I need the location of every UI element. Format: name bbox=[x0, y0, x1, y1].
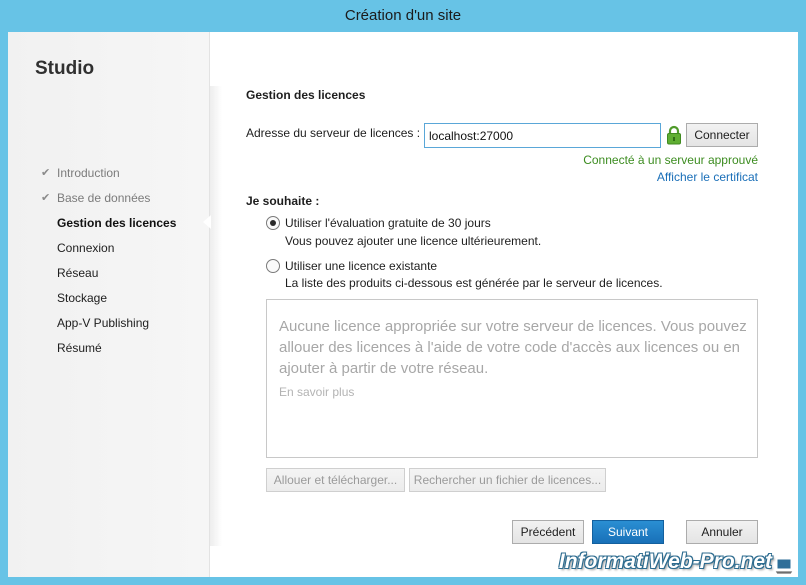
step-storage: Stockage bbox=[41, 291, 176, 316]
laptop-icon bbox=[774, 558, 794, 575]
option-free-evaluation-label[interactable]: Utiliser l'évaluation gratuite de 30 jou… bbox=[285, 216, 491, 230]
step-label: Introduction bbox=[57, 166, 120, 180]
allocate-download-button[interactable]: Allouer et télécharger... bbox=[266, 468, 405, 492]
radio-existing-license[interactable] bbox=[266, 259, 280, 273]
server-address-label: Adresse du serveur de licences : bbox=[246, 126, 421, 140]
title-bar[interactable]: Création d'un site bbox=[0, 0, 806, 32]
option-existing-license-desc: La liste des produits ci-dessous est gén… bbox=[285, 276, 663, 290]
step-label: App-V Publishing bbox=[57, 316, 150, 330]
option-free-evaluation-desc: Vous pouvez ajouter une licence ultérieu… bbox=[285, 234, 542, 248]
current-step-pointer bbox=[203, 215, 211, 229]
options-heading: Je souhaite : bbox=[246, 194, 320, 208]
step-label: Résumé bbox=[57, 341, 102, 355]
step-label: Réseau bbox=[57, 266, 99, 280]
step-label: Gestion des licences bbox=[57, 216, 177, 230]
step-database: ✔ Base de données bbox=[41, 191, 176, 216]
check-icon: ✔ bbox=[41, 167, 51, 179]
server-address-input[interactable] bbox=[424, 123, 661, 148]
window-title: Création d'un site bbox=[344, 7, 462, 24]
step-network: Réseau bbox=[41, 266, 176, 291]
next-button[interactable]: Suivant bbox=[592, 520, 664, 544]
back-button[interactable]: Précédent bbox=[512, 520, 584, 544]
no-license-message: Aucune licence appropriée sur votre serv… bbox=[279, 318, 747, 377]
step-label: Base de données bbox=[57, 191, 151, 205]
page-title: Gestion des licences bbox=[246, 88, 366, 102]
sidebar-shadow bbox=[210, 86, 222, 546]
step-summary: Résumé bbox=[41, 341, 176, 366]
step-label: Connexion bbox=[57, 241, 115, 255]
radio-free-evaluation[interactable] bbox=[266, 216, 280, 230]
step-connection: Connexion bbox=[41, 241, 176, 266]
check-icon: ✔ bbox=[41, 192, 51, 204]
option-existing-license-label[interactable]: Utiliser une licence existante bbox=[285, 259, 437, 273]
step-appv-publishing: App-V Publishing bbox=[41, 316, 176, 341]
license-list-box: Aucune licence appropriée sur votre serv… bbox=[266, 299, 758, 458]
cancel-button[interactable]: Annuler bbox=[686, 520, 758, 544]
window-frame-bottom bbox=[0, 577, 806, 585]
step-list: ✔ Introduction ✔ Base de données Gestion… bbox=[41, 166, 176, 366]
lock-icon bbox=[667, 125, 681, 145]
connect-button[interactable]: Connecter bbox=[686, 123, 758, 147]
sidebar-brand: Studio bbox=[35, 58, 95, 79]
watermark-text: InformatiWeb-Pro.net bbox=[558, 550, 772, 573]
learn-more-link[interactable]: En savoir plus bbox=[279, 385, 354, 399]
search-license-file-button[interactable]: Rechercher un fichier de licences... bbox=[409, 468, 606, 492]
window-frame-right bbox=[798, 32, 806, 585]
connection-status: Connecté à un serveur approuvé bbox=[583, 153, 758, 167]
view-certificate-link[interactable]: Afficher le certificat bbox=[657, 170, 758, 184]
step-license-management: Gestion des licences bbox=[41, 216, 176, 241]
step-introduction: ✔ Introduction bbox=[41, 166, 176, 191]
window-frame-left bbox=[0, 32, 8, 585]
step-label: Stockage bbox=[57, 291, 108, 305]
